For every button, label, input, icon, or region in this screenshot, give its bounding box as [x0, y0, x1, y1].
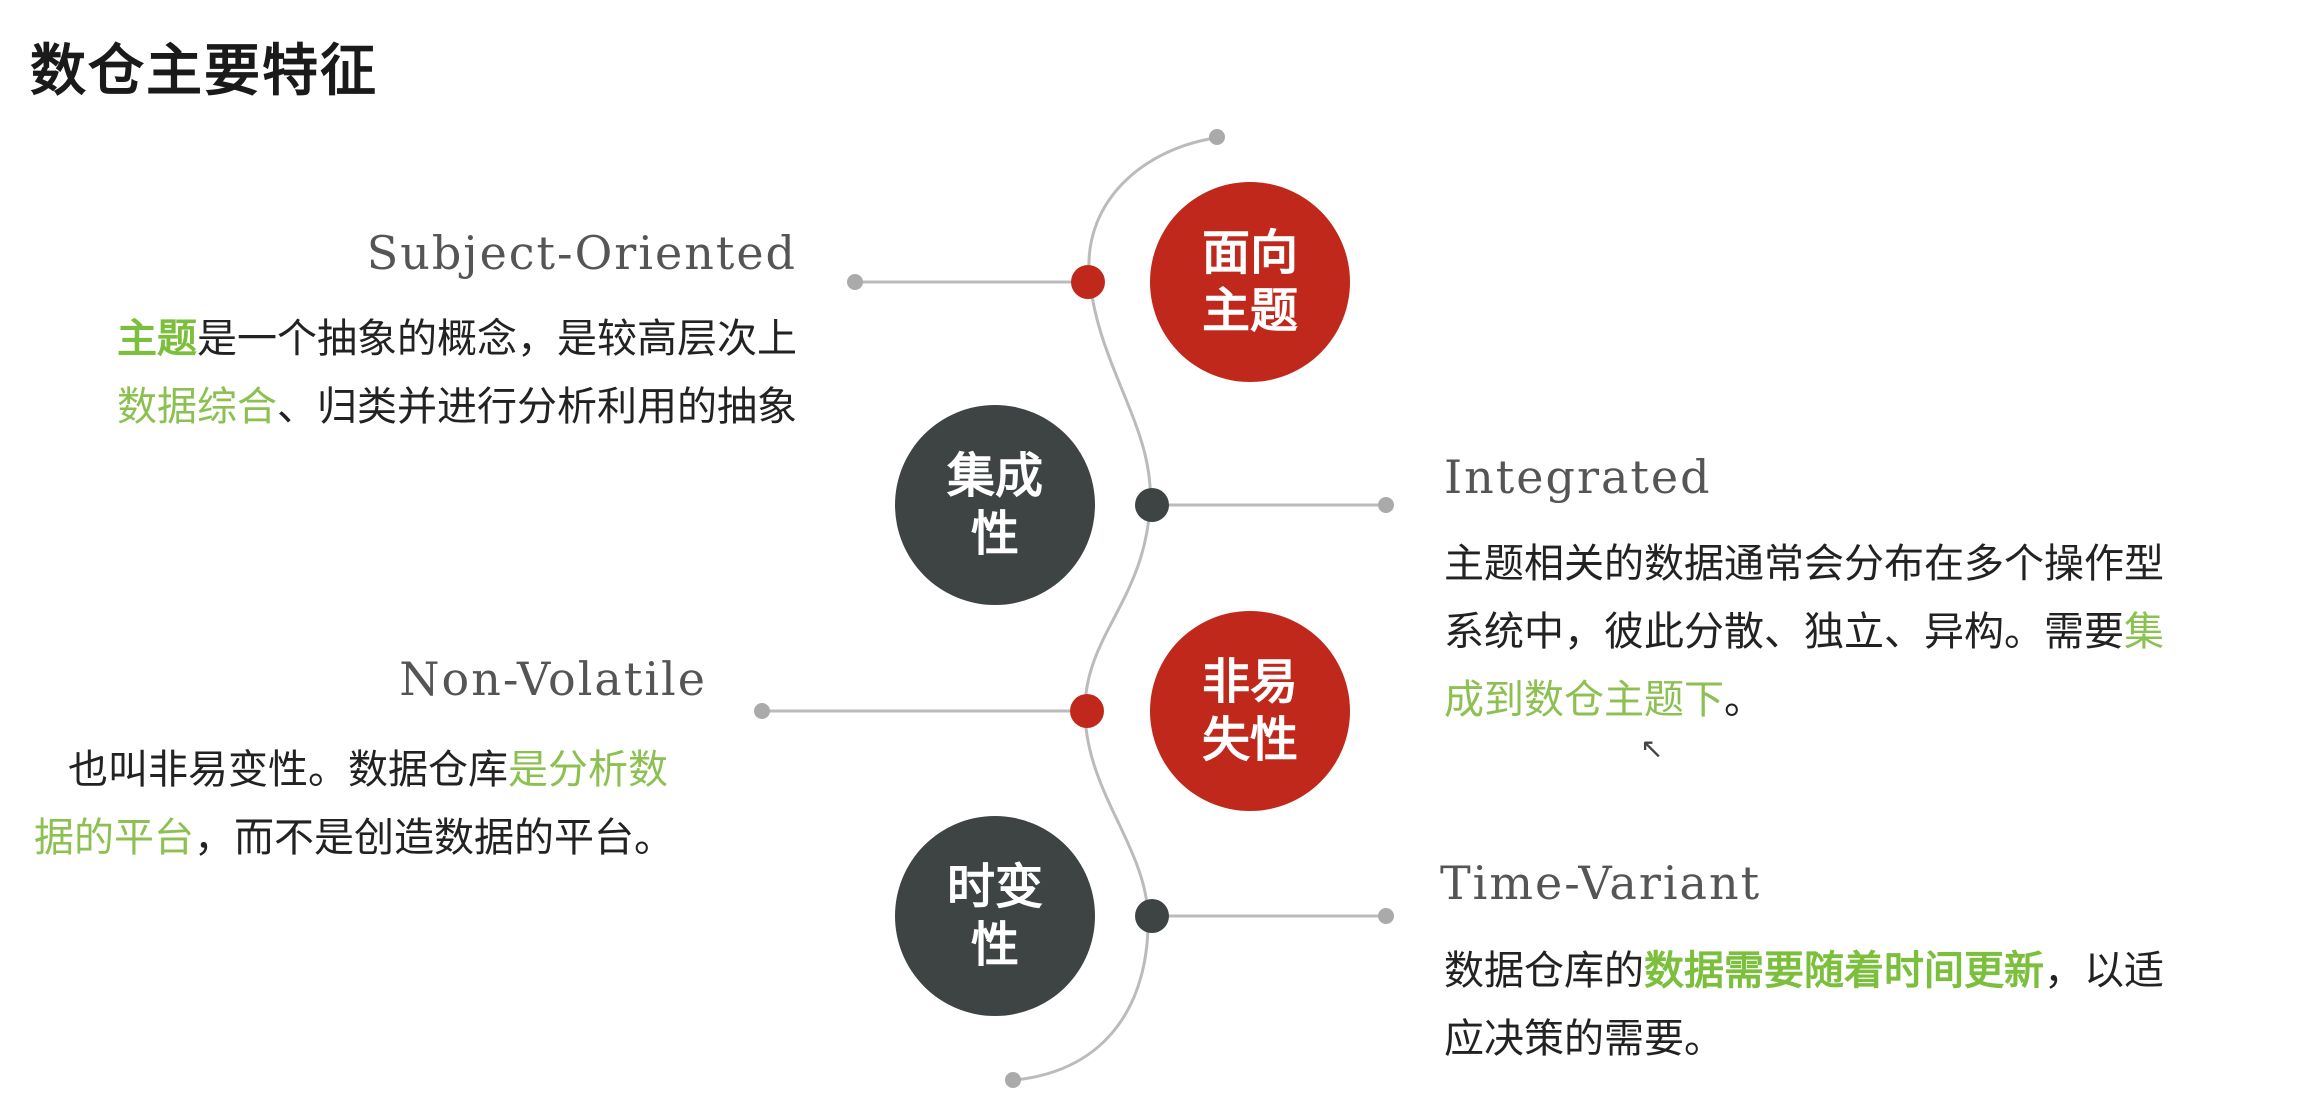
curve-end-bottom [1005, 1072, 1021, 1088]
connector-dot-subject [1071, 265, 1105, 299]
mouse-cursor-icon: ↖ [1640, 732, 1664, 765]
desc-line: 系统中，彼此分散、独立、异构。需要集 [1444, 598, 2164, 666]
desc-text: 数据仓库的 [1444, 948, 1644, 994]
connector-end-integrated [1378, 497, 1394, 513]
desc-line: 主题是一个抽象的概念，是较高层次上 [117, 305, 797, 373]
node-label-line: 性 [970, 506, 1019, 562]
node-label-nonvolatile: 非易 失性 [1150, 653, 1350, 769]
desc-text: 、归类并进行分析利用的抽象 [277, 384, 797, 430]
node-label-integrated: 集成 性 [895, 447, 1095, 563]
desc-line: 成到数仓主题下。 [1444, 666, 2164, 734]
desc-line: 数据综合、归类并进行分析利用的抽象 [117, 373, 797, 441]
desc-text: 是一个抽象的概念，是较高层次上 [197, 316, 797, 362]
connector-end-subject [847, 274, 863, 290]
heading-nonvolatile: Non-Volatile [399, 652, 707, 706]
desc-line: 据的平台，而不是创造数据的平台。 [34, 804, 674, 872]
node-label-line: 集成 [946, 448, 1043, 504]
node-label-line: 性 [970, 917, 1019, 973]
connector-dot-timevariant [1135, 899, 1169, 933]
desc-integrated: 主题相关的数据通常会分布在多个操作型 系统中，彼此分散、独立、异构。需要集 成到… [1444, 530, 2164, 734]
desc-line: 数据仓库的数据需要随着时间更新，以适 [1444, 937, 2164, 1005]
node-label-line: 非易 [1201, 654, 1298, 710]
desc-text: ，而不是创造数据的平台。 [194, 815, 674, 861]
desc-text: 系统中，彼此分散、独立、异构。需要 [1444, 609, 2124, 655]
desc-nonvolatile: 也叫非易变性。数据仓库是分析数 据的平台，而不是创造数据的平台。 [34, 736, 674, 872]
desc-subject: 主题是一个抽象的概念，是较高层次上 数据综合、归类并进行分析利用的抽象 [117, 305, 797, 441]
connector-end-timevariant [1378, 908, 1394, 924]
desc-highlight: 数据综合 [117, 384, 277, 430]
desc-timevariant: 数据仓库的数据需要随着时间更新，以适 应决策的需要。 [1444, 937, 2164, 1073]
desc-line: 也叫非易变性。数据仓库是分析数 [34, 736, 674, 804]
desc-text: 也叫非易变性。数据仓库 [68, 747, 508, 793]
node-label-timevariant: 时变 性 [895, 858, 1095, 974]
slide: 数仓主要特征 面向 主题 集成 性 非易 失性 时变 性 Subject-Ori… [0, 0, 2302, 1099]
heading-subject: Subject-Oriented [366, 226, 797, 280]
connector-dot-nonvolatile [1070, 694, 1104, 728]
desc-line: 主题相关的数据通常会分布在多个操作型 [1444, 541, 2164, 587]
heading-timevariant: Time-Variant [1440, 856, 1762, 910]
desc-highlight: 数据需要随着时间更新 [1644, 948, 2044, 994]
node-label-line: 主题 [1201, 283, 1298, 339]
desc-highlight: 成到数仓主题下 [1444, 677, 1724, 723]
connector-end-nonvolatile [754, 703, 770, 719]
node-label-line: 失性 [1201, 712, 1298, 768]
desc-text: 。 [1724, 677, 1764, 723]
node-label-subject: 面向 主题 [1150, 224, 1350, 340]
desc-text: ，以适 [2044, 948, 2164, 994]
desc-highlight: 是分析数 [508, 747, 668, 793]
desc-highlight: 据的平台 [34, 815, 194, 861]
node-label-line: 时变 [946, 859, 1043, 915]
desc-highlight: 主题 [117, 316, 197, 362]
curve-end-top [1209, 129, 1225, 145]
desc-line: 应决策的需要。 [1444, 1016, 1724, 1062]
connector-dot-integrated [1135, 488, 1169, 522]
heading-integrated: Integrated [1444, 450, 1712, 504]
node-label-line: 面向 [1201, 225, 1298, 281]
desc-highlight: 集 [2124, 609, 2164, 655]
